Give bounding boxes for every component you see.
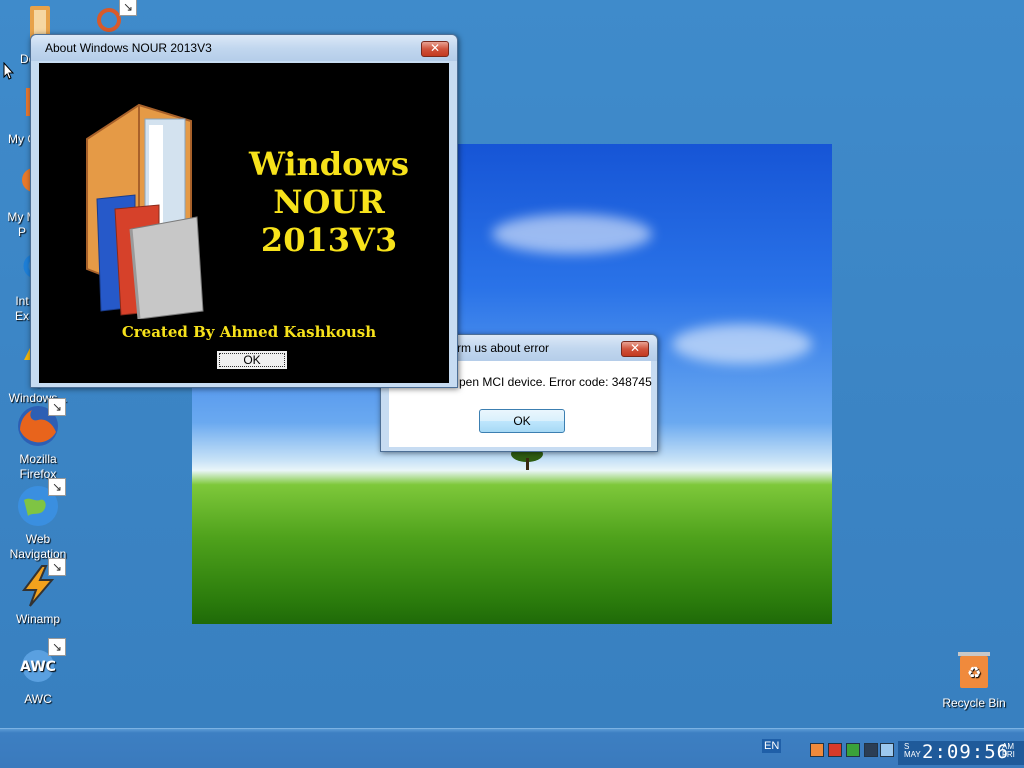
desktop-icon-mozilla-firefox[interactable]: ↘ Mozilla Firefox [0,398,76,482]
language-indicator[interactable]: EN [762,739,782,753]
desktop-icon-winamp[interactable]: ↘ Winamp [0,558,76,627]
taskbar-clock[interactable]: S MAY 2:09:56 AM FRI [898,741,1024,765]
globe-icon: ↘ [14,478,66,530]
shortcut-arrow-icon: ↘ [48,478,66,496]
awc-icon: AWC ↘ [14,638,66,690]
desktop-icon-recycle-bin[interactable]: ♻ Recycle Bin [936,646,1012,711]
recycle-bin-icon: ♻ [950,646,998,694]
shortcut-icon: ↘ [93,0,137,32]
about-dialog[interactable]: About Windows NOUR 2013V3 ✕ Windows NOUR… [30,34,458,388]
banner-heading-line: 2013V3 [260,221,398,259]
desktop-icon-awc[interactable]: AWC ↘ AWC [0,638,76,707]
author-credit: Created By Ahmed Kashkoush [121,323,377,341]
ok-button[interactable]: OK [215,349,289,371]
shortcut-arrow-icon: ↘ [48,638,66,656]
shortcut-arrow-icon: ↘ [48,558,66,576]
banner-heading-line: NOUR [273,183,385,221]
desktop-icon-label: Winamp [15,612,60,626]
books-logo-icon [86,103,204,319]
clock-ampm: AM FRI [1002,743,1015,759]
svg-text:♻: ♻ [967,663,981,682]
mouse-cursor-icon [3,62,15,80]
shortcut-arrow-icon: ↘ [119,0,137,16]
desktop-icon-shortcut[interactable]: ↘ [88,0,138,34]
shield-icon[interactable] [828,743,842,757]
clock-month: MAY [904,750,921,759]
desktop: Docu ↘ My C My M P Int Ex C Windows... [0,0,1024,728]
svg-text:AWC: AWC [20,659,56,675]
display-icon[interactable] [880,743,894,757]
clock-time: 2:09:56 [922,741,1010,763]
desktop-icon-label: AWC [24,692,52,706]
banner-heading: Windows NOUR 2013V3 [234,145,424,259]
taskbar: EN S MAY 2:09:56 AM FRI [0,728,1024,768]
ok-button[interactable]: OK [479,409,565,433]
tray-icon-app[interactable] [810,743,824,757]
firefox-icon: ↘ [14,398,66,450]
security-icon[interactable] [846,743,860,757]
clock-day: S MAY [904,743,921,759]
banner-heading-line: Windows [248,145,410,183]
desktop-icon-web-navigation[interactable]: ↘ Web Navigation [0,478,76,562]
about-dialog-banner: Windows NOUR 2013V3 Created By Ahmed Kas… [39,63,449,383]
network-icon[interactable] [864,743,878,757]
close-button[interactable]: ✕ [421,41,449,57]
winamp-icon: ↘ [14,558,66,610]
about-dialog-title: About Windows NOUR 2013V3 [31,35,457,61]
close-button[interactable]: ✕ [621,341,649,357]
shortcut-arrow-icon: ↘ [48,398,66,416]
error-message: pen MCI device. Error code: 348745 [459,375,652,389]
desktop-icon-label: Recycle Bin [942,696,1006,710]
clock-weekday: FRI [1002,750,1015,759]
